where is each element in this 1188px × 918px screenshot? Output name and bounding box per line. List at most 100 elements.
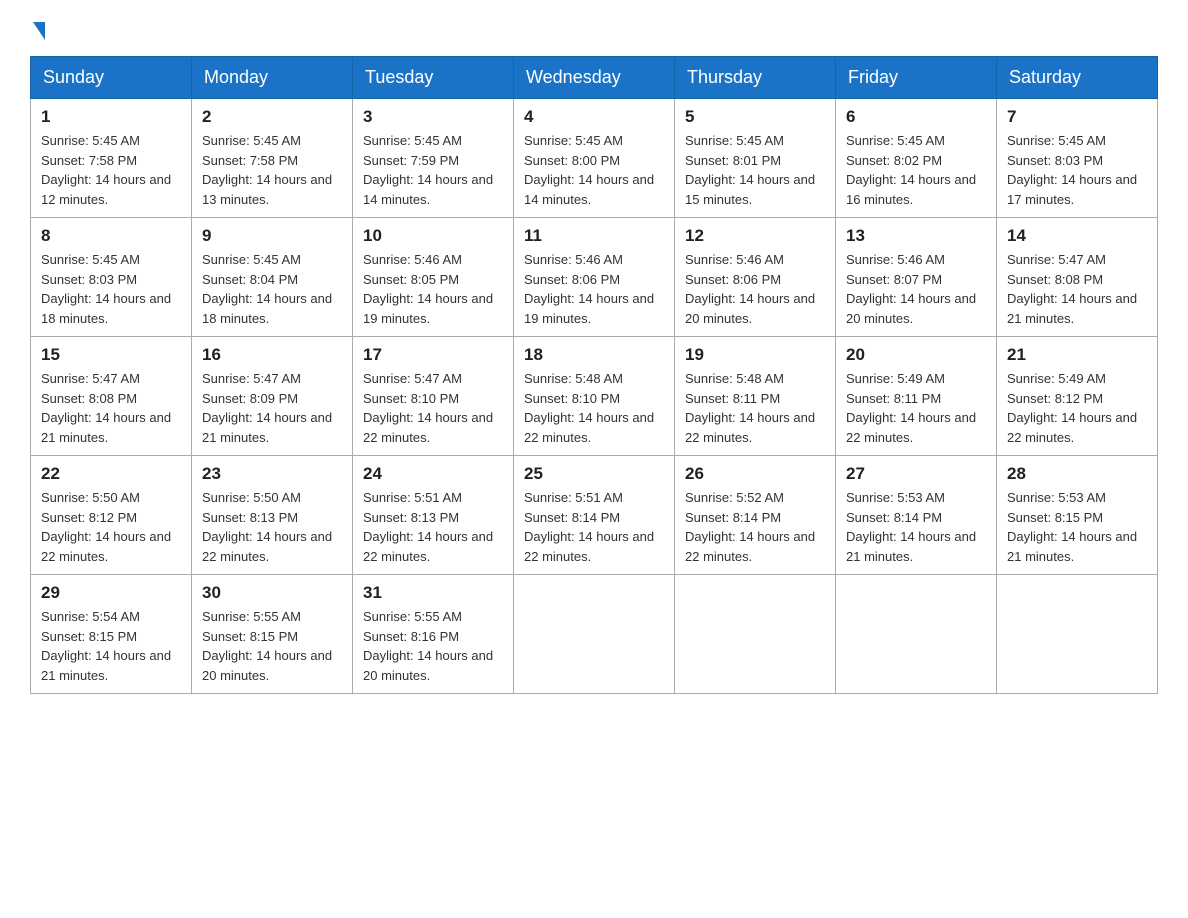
day-info: Sunrise: 5:46 AMSunset: 8:06 PMDaylight:… (685, 250, 825, 328)
day-info: Sunrise: 5:45 AMSunset: 8:03 PMDaylight:… (41, 250, 181, 328)
day-number: 17 (363, 345, 503, 365)
day-info: Sunrise: 5:47 AMSunset: 8:09 PMDaylight:… (202, 369, 342, 447)
day-info: Sunrise: 5:51 AMSunset: 8:14 PMDaylight:… (524, 488, 664, 566)
day-info: Sunrise: 5:46 AMSunset: 8:06 PMDaylight:… (524, 250, 664, 328)
calendar-cell: 1 Sunrise: 5:45 AMSunset: 7:58 PMDaylight… (31, 99, 192, 218)
day-info: Sunrise: 5:55 AMSunset: 8:15 PMDaylight:… (202, 607, 342, 685)
day-number: 30 (202, 583, 342, 603)
day-number: 16 (202, 345, 342, 365)
calendar-table: SundayMondayTuesdayWednesdayThursdayFrid… (30, 56, 1158, 694)
day-info: Sunrise: 5:46 AMSunset: 8:07 PMDaylight:… (846, 250, 986, 328)
day-info: Sunrise: 5:49 AMSunset: 8:12 PMDaylight:… (1007, 369, 1147, 447)
calendar-cell: 31 Sunrise: 5:55 AMSunset: 8:16 PMDayligh… (353, 575, 514, 694)
calendar-cell: 25 Sunrise: 5:51 AMSunset: 8:14 PMDayligh… (514, 456, 675, 575)
calendar-header-row: SundayMondayTuesdayWednesdayThursdayFrid… (31, 57, 1158, 99)
page-header (30, 20, 1158, 40)
calendar-cell: 16 Sunrise: 5:47 AMSunset: 8:09 PMDayligh… (192, 337, 353, 456)
day-number: 31 (363, 583, 503, 603)
logo-triangle-icon (33, 22, 45, 40)
calendar-week-1: 1 Sunrise: 5:45 AMSunset: 7:58 PMDaylight… (31, 99, 1158, 218)
calendar-cell: 15Sunrise: 5:47 AMSunset: 8:08 PMDayligh… (31, 337, 192, 456)
day-number: 1 (41, 107, 181, 127)
calendar-week-3: 15Sunrise: 5:47 AMSunset: 8:08 PMDayligh… (31, 337, 1158, 456)
calendar-cell: 26 Sunrise: 5:52 AMSunset: 8:14 PMDayligh… (675, 456, 836, 575)
calendar-cell (514, 575, 675, 694)
day-info: Sunrise: 5:45 AMSunset: 7:58 PMDaylight:… (41, 131, 181, 209)
day-number: 6 (846, 107, 986, 127)
day-number: 27 (846, 464, 986, 484)
calendar-cell: 13Sunrise: 5:46 AMSunset: 8:07 PMDayligh… (836, 218, 997, 337)
day-number: 25 (524, 464, 664, 484)
day-info: Sunrise: 5:50 AMSunset: 8:13 PMDaylight:… (202, 488, 342, 566)
calendar-cell: 18 Sunrise: 5:48 AMSunset: 8:10 PMDayligh… (514, 337, 675, 456)
day-number: 22 (41, 464, 181, 484)
calendar-week-2: 8 Sunrise: 5:45 AMSunset: 8:03 PMDaylight… (31, 218, 1158, 337)
day-info: Sunrise: 5:45 AMSunset: 8:03 PMDaylight:… (1007, 131, 1147, 209)
day-number: 12 (685, 226, 825, 246)
day-number: 26 (685, 464, 825, 484)
calendar-cell: 4 Sunrise: 5:45 AMSunset: 8:00 PMDaylight… (514, 99, 675, 218)
day-number: 10 (363, 226, 503, 246)
day-info: Sunrise: 5:55 AMSunset: 8:16 PMDaylight:… (363, 607, 503, 685)
calendar-cell: 14Sunrise: 5:47 AMSunset: 8:08 PMDayligh… (997, 218, 1158, 337)
calendar-cell: 24 Sunrise: 5:51 AMSunset: 8:13 PMDayligh… (353, 456, 514, 575)
day-info: Sunrise: 5:53 AMSunset: 8:14 PMDaylight:… (846, 488, 986, 566)
day-number: 24 (363, 464, 503, 484)
calendar-cell: 6 Sunrise: 5:45 AMSunset: 8:02 PMDaylight… (836, 99, 997, 218)
day-number: 29 (41, 583, 181, 603)
day-number: 18 (524, 345, 664, 365)
calendar-cell: 21 Sunrise: 5:49 AMSunset: 8:12 PMDayligh… (997, 337, 1158, 456)
calendar-cell: 27 Sunrise: 5:53 AMSunset: 8:14 PMDayligh… (836, 456, 997, 575)
calendar-week-4: 22 Sunrise: 5:50 AMSunset: 8:12 PMDayligh… (31, 456, 1158, 575)
column-header-saturday: Saturday (997, 57, 1158, 99)
day-info: Sunrise: 5:45 AMSunset: 8:01 PMDaylight:… (685, 131, 825, 209)
day-info: Sunrise: 5:45 AMSunset: 8:02 PMDaylight:… (846, 131, 986, 209)
calendar-cell: 12 Sunrise: 5:46 AMSunset: 8:06 PMDayligh… (675, 218, 836, 337)
day-number: 8 (41, 226, 181, 246)
calendar-cell: 2 Sunrise: 5:45 AMSunset: 7:58 PMDaylight… (192, 99, 353, 218)
calendar-cell: 28 Sunrise: 5:53 AMSunset: 8:15 PMDayligh… (997, 456, 1158, 575)
day-info: Sunrise: 5:45 AMSunset: 7:58 PMDaylight:… (202, 131, 342, 209)
day-number: 23 (202, 464, 342, 484)
column-header-tuesday: Tuesday (353, 57, 514, 99)
day-info: Sunrise: 5:53 AMSunset: 8:15 PMDaylight:… (1007, 488, 1147, 566)
day-info: Sunrise: 5:45 AMSunset: 8:00 PMDaylight:… (524, 131, 664, 209)
column-header-wednesday: Wednesday (514, 57, 675, 99)
day-number: 28 (1007, 464, 1147, 484)
day-info: Sunrise: 5:50 AMSunset: 8:12 PMDaylight:… (41, 488, 181, 566)
column-header-thursday: Thursday (675, 57, 836, 99)
day-info: Sunrise: 5:52 AMSunset: 8:14 PMDaylight:… (685, 488, 825, 566)
day-number: 4 (524, 107, 664, 127)
day-number: 20 (846, 345, 986, 365)
calendar-cell: 8 Sunrise: 5:45 AMSunset: 8:03 PMDaylight… (31, 218, 192, 337)
calendar-week-5: 29Sunrise: 5:54 AMSunset: 8:15 PMDayligh… (31, 575, 1158, 694)
calendar-cell: 5 Sunrise: 5:45 AMSunset: 8:01 PMDaylight… (675, 99, 836, 218)
calendar-cell: 11 Sunrise: 5:46 AMSunset: 8:06 PMDayligh… (514, 218, 675, 337)
day-number: 11 (524, 226, 664, 246)
calendar-cell: 3Sunrise: 5:45 AMSunset: 7:59 PMDaylight… (353, 99, 514, 218)
day-info: Sunrise: 5:46 AMSunset: 8:05 PMDaylight:… (363, 250, 503, 328)
day-number: 7 (1007, 107, 1147, 127)
calendar-cell: 9Sunrise: 5:45 AMSunset: 8:04 PMDaylight… (192, 218, 353, 337)
calendar-cell: 22 Sunrise: 5:50 AMSunset: 8:12 PMDayligh… (31, 456, 192, 575)
logo-blue-text (30, 20, 45, 40)
column-header-sunday: Sunday (31, 57, 192, 99)
calendar-cell: 29Sunrise: 5:54 AMSunset: 8:15 PMDayligh… (31, 575, 192, 694)
day-info: Sunrise: 5:48 AMSunset: 8:10 PMDaylight:… (524, 369, 664, 447)
calendar-cell: 17Sunrise: 5:47 AMSunset: 8:10 PMDayligh… (353, 337, 514, 456)
day-number: 19 (685, 345, 825, 365)
day-number: 21 (1007, 345, 1147, 365)
calendar-cell (675, 575, 836, 694)
day-info: Sunrise: 5:49 AMSunset: 8:11 PMDaylight:… (846, 369, 986, 447)
day-number: 2 (202, 107, 342, 127)
calendar-cell: 10 Sunrise: 5:46 AMSunset: 8:05 PMDayligh… (353, 218, 514, 337)
day-info: Sunrise: 5:45 AMSunset: 8:04 PMDaylight:… (202, 250, 342, 328)
column-header-monday: Monday (192, 57, 353, 99)
day-info: Sunrise: 5:51 AMSunset: 8:13 PMDaylight:… (363, 488, 503, 566)
logo (30, 20, 45, 40)
calendar-cell (836, 575, 997, 694)
day-number: 5 (685, 107, 825, 127)
day-number: 14 (1007, 226, 1147, 246)
calendar-cell: 20 Sunrise: 5:49 AMSunset: 8:11 PMDayligh… (836, 337, 997, 456)
calendar-cell: 30 Sunrise: 5:55 AMSunset: 8:15 PMDayligh… (192, 575, 353, 694)
